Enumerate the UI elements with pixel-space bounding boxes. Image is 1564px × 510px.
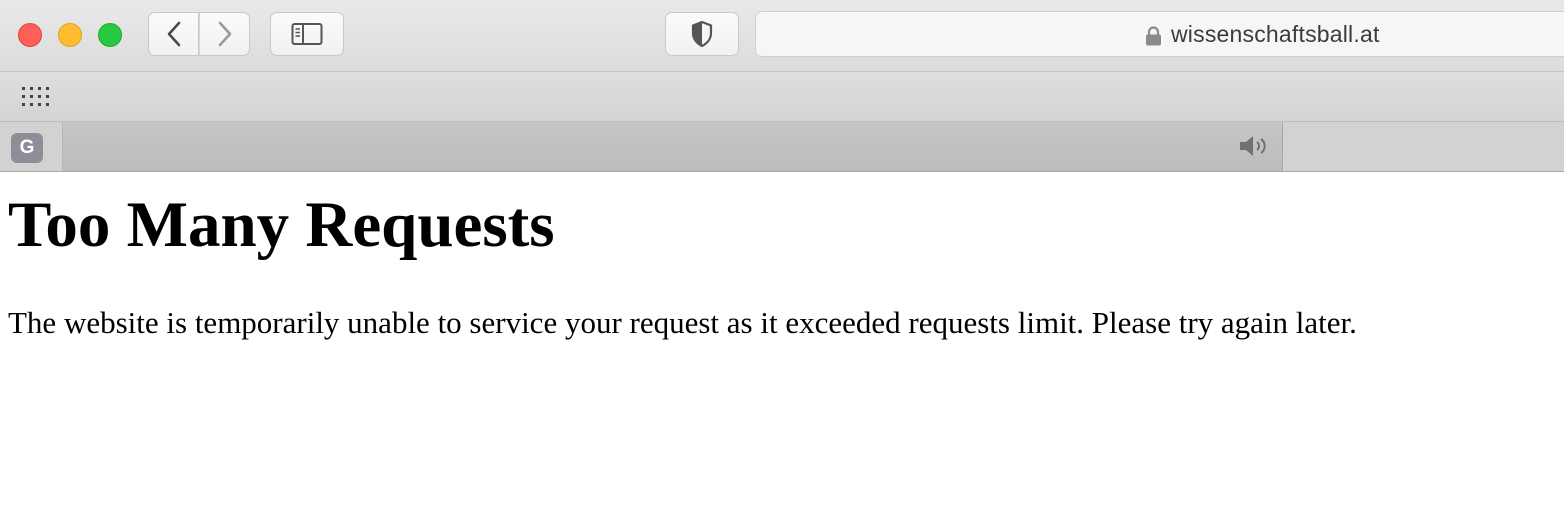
address-url: wissenschaftsball.at	[1171, 21, 1380, 47]
address-bar[interactable]: wissenschaftsball.at	[755, 11, 1564, 57]
back-button[interactable]	[148, 12, 199, 56]
privacy-report-button[interactable]	[665, 12, 739, 56]
grid-icon[interactable]	[22, 87, 52, 109]
page-heading: Too Many Requests	[8, 189, 555, 261]
minimize-window-button[interactable]	[58, 23, 82, 47]
sidebar-icon	[291, 23, 323, 45]
lock-icon	[1146, 26, 1161, 46]
favorites-bar	[0, 72, 1564, 122]
active-tab[interactable]	[63, 122, 1283, 171]
sidebar-toggle-button[interactable]	[270, 12, 344, 56]
error-message: The website is temporarily unable to ser…	[8, 305, 1357, 340]
chevron-right-icon	[218, 21, 231, 47]
forward-button[interactable]	[199, 12, 250, 56]
browser-toolbar: wissenschaftsball.at	[0, 0, 1564, 72]
g-favicon-icon: G	[11, 133, 43, 163]
tab-bar: G	[0, 122, 1564, 172]
close-window-button[interactable]	[18, 23, 42, 47]
speaker-icon[interactable]	[1238, 134, 1272, 158]
pinned-tab[interactable]: G	[0, 122, 63, 171]
zoom-window-button[interactable]	[98, 23, 122, 47]
tab-bar-empty-area	[1283, 122, 1564, 171]
shield-icon	[691, 20, 713, 48]
chevron-left-icon	[167, 21, 180, 47]
